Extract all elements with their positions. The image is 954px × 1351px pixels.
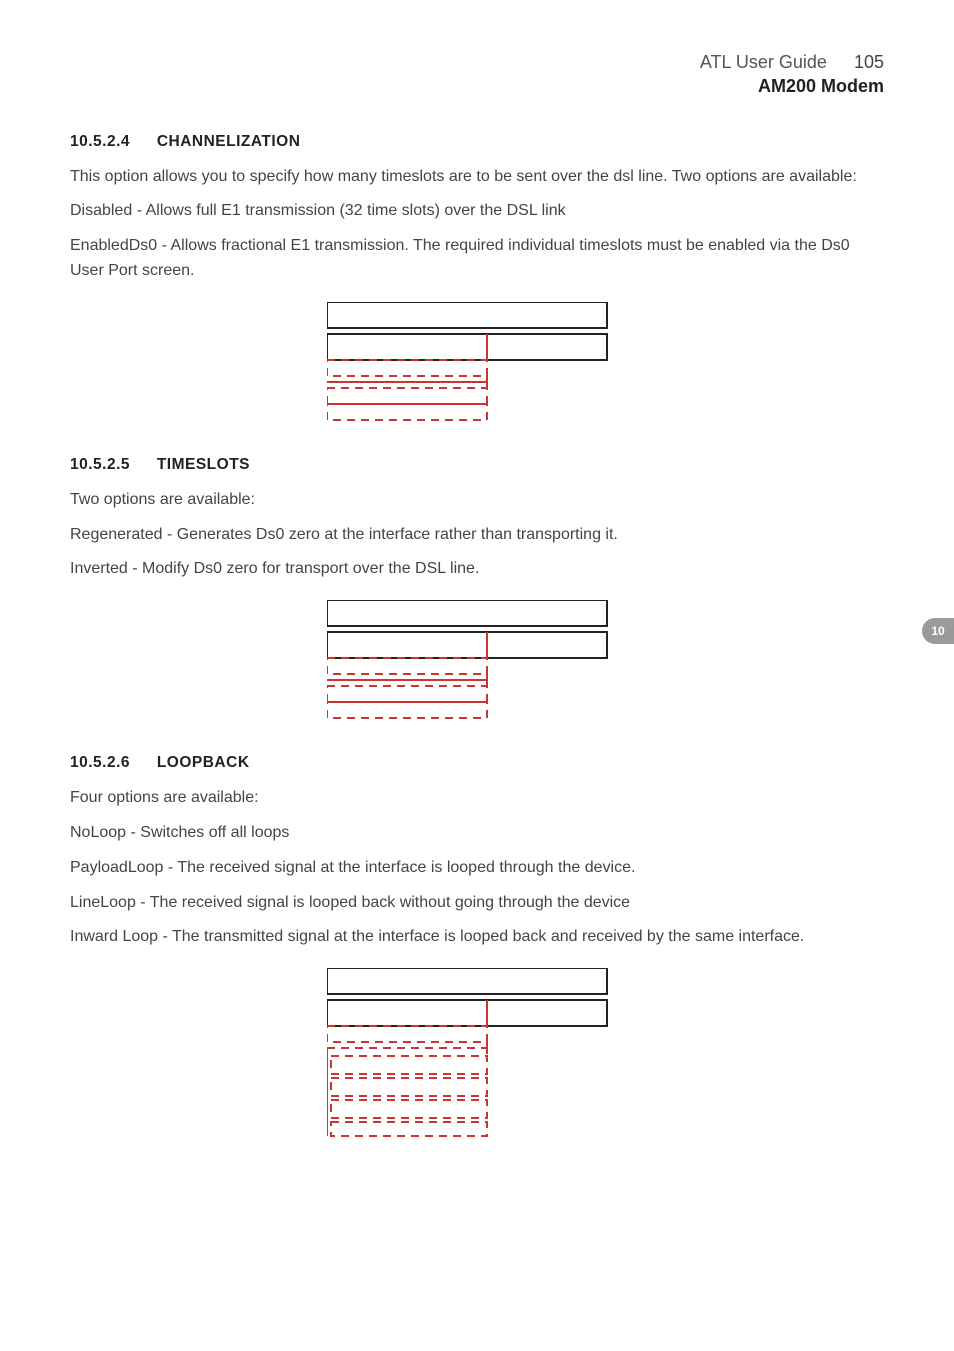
paragraph: Four options are available: <box>70 786 884 811</box>
doc-title: ATL User Guide <box>700 52 827 72</box>
section-number: 10.5.2.6 <box>70 754 152 772</box>
section-title: CHANNELIZATION <box>157 133 301 150</box>
section-title: TIMESLOTS <box>157 456 250 473</box>
paragraph: PayloadLoop - The received signal at the… <box>70 856 884 881</box>
section-heading-loopback: 10.5.2.6 LOOPBACK <box>70 754 884 772</box>
paragraph: LineLoop - The received signal is looped… <box>70 891 884 916</box>
paragraph: This option allows you to specify how ma… <box>70 165 884 190</box>
section-number: 10.5.2.4 <box>70 133 152 151</box>
diagram-loopback <box>70 968 884 1148</box>
section-heading-timeslots: 10.5.2.5 TIMESLOTS <box>70 456 884 474</box>
doc-subtitle: AM200 Modem <box>70 74 884 98</box>
paragraph: Inverted - Modify Ds0 zero for transport… <box>70 557 884 582</box>
paragraph: NoLoop - Switches off all loops <box>70 821 884 846</box>
section-heading-channelization: 10.5.2.4 CHANNELIZATION <box>70 133 884 151</box>
chapter-tab: 10 <box>922 618 954 644</box>
paragraph: Regenerated - Generates Ds0 zero at the … <box>70 523 884 548</box>
page-header: ATL User Guide 105 AM200 Modem <box>70 50 884 99</box>
section-title: LOOPBACK <box>157 754 250 771</box>
diagram-channelization <box>70 302 884 422</box>
page-number: 105 <box>854 52 884 72</box>
diagram-timeslots <box>70 600 884 720</box>
document-page: ATL User Guide 105 AM200 Modem 10.5.2.4 … <box>0 0 954 1351</box>
paragraph: Inward Loop - The transmitted signal at … <box>70 925 884 950</box>
paragraph: EnabledDs0 - Allows fractional E1 transm… <box>70 234 884 284</box>
paragraph: Disabled - Allows full E1 transmission (… <box>70 199 884 224</box>
paragraph: Two options are available: <box>70 488 884 513</box>
section-number: 10.5.2.5 <box>70 456 152 474</box>
